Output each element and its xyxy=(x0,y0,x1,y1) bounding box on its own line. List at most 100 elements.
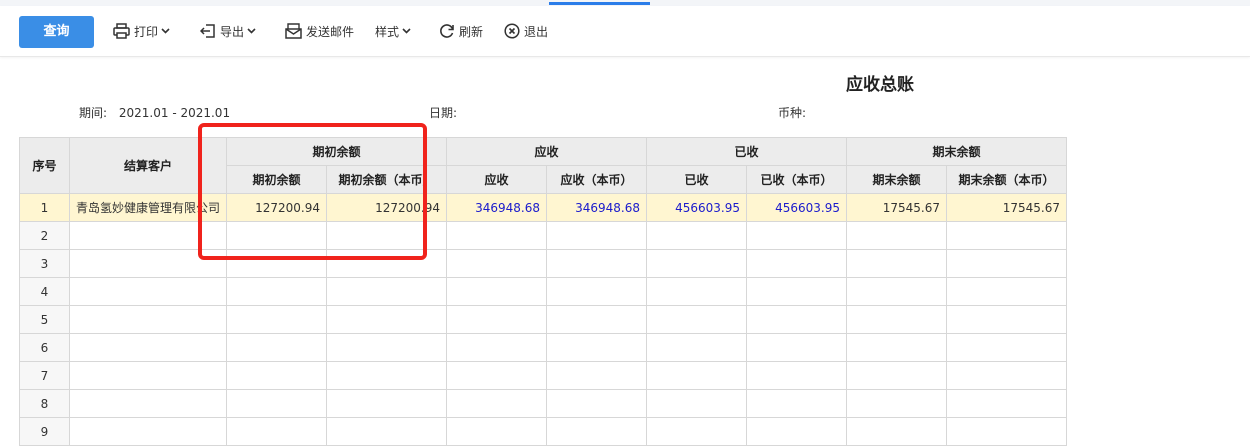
closing-local-cell[interactable] xyxy=(946,249,1068,278)
receivable-cell[interactable] xyxy=(446,277,548,306)
opening-cell[interactable] xyxy=(226,333,328,362)
header-received[interactable]: 已收 xyxy=(646,165,748,194)
received-local-cell[interactable] xyxy=(746,417,848,446)
received-cell[interactable] xyxy=(646,361,748,390)
receivable-local-cell[interactable] xyxy=(546,277,648,306)
opening-local-cell[interactable]: 127200.94 xyxy=(326,193,448,222)
closing-local-cell[interactable] xyxy=(946,277,1068,306)
header-closing[interactable]: 期末余额 xyxy=(846,165,948,194)
receivable-cell[interactable]: 346948.68 xyxy=(446,193,548,222)
receivable-local-cell[interactable] xyxy=(546,417,648,446)
opening-local-cell[interactable] xyxy=(326,361,448,390)
customer-cell[interactable] xyxy=(68,417,228,446)
opening-local-cell[interactable] xyxy=(326,333,448,362)
closing-local-cell[interactable] xyxy=(946,305,1068,334)
receivable-cell[interactable] xyxy=(446,361,548,390)
closing-cell[interactable] xyxy=(846,221,948,250)
print-menu-button[interactable]: 打印 xyxy=(113,20,170,42)
opening-local-cell[interactable] xyxy=(326,389,448,418)
export-menu-button[interactable]: 导出 xyxy=(200,20,256,42)
received-cell[interactable] xyxy=(646,305,748,334)
receivable-cell[interactable] xyxy=(446,221,548,250)
received-cell[interactable] xyxy=(646,417,748,446)
closing-cell[interactable]: 17545.67 xyxy=(846,193,948,222)
closing-cell[interactable] xyxy=(846,305,948,334)
opening-local-cell[interactable] xyxy=(326,277,448,306)
received-local-cell[interactable] xyxy=(746,333,848,362)
closing-local-cell[interactable] xyxy=(946,221,1068,250)
header-opening-local[interactable]: 期初余额（本币） xyxy=(326,165,448,194)
header-receivable[interactable]: 应收 xyxy=(446,165,548,194)
header-closing-local[interactable]: 期末余额（本币） xyxy=(946,165,1068,194)
send-email-button[interactable]: 发送邮件 xyxy=(285,20,354,42)
receivable-local-cell[interactable]: 346948.68 xyxy=(546,193,648,222)
opening-cell[interactable] xyxy=(226,361,328,390)
closing-cell[interactable] xyxy=(846,389,948,418)
received-local-cell[interactable] xyxy=(746,277,848,306)
received-cell[interactable] xyxy=(646,333,748,362)
table-row[interactable]: 8 xyxy=(19,389,1068,418)
closing-local-cell[interactable] xyxy=(946,333,1068,362)
closing-local-cell[interactable] xyxy=(946,417,1068,446)
header-customer[interactable]: 结算客户 xyxy=(68,137,228,194)
receivable-local-cell[interactable] xyxy=(546,221,648,250)
table-row[interactable]: 9 xyxy=(19,417,1068,446)
closing-cell[interactable] xyxy=(846,333,948,362)
closing-cell[interactable] xyxy=(846,417,948,446)
table-row[interactable]: 3 xyxy=(19,249,1068,278)
table-row[interactable]: 7 xyxy=(19,361,1068,390)
customer-cell[interactable] xyxy=(68,277,228,306)
opening-local-cell[interactable] xyxy=(326,249,448,278)
receivable-cell[interactable] xyxy=(446,389,548,418)
closing-local-cell[interactable] xyxy=(946,389,1068,418)
header-receivable-local[interactable]: 应收（本币） xyxy=(546,165,648,194)
customer-cell[interactable] xyxy=(68,249,228,278)
customer-cell[interactable] xyxy=(68,305,228,334)
received-cell[interactable] xyxy=(646,221,748,250)
header-received-local[interactable]: 已收（本币） xyxy=(746,165,848,194)
closing-cell[interactable] xyxy=(846,277,948,306)
customer-cell[interactable] xyxy=(68,221,228,250)
receivable-cell[interactable] xyxy=(446,417,548,446)
received-local-cell[interactable] xyxy=(746,305,848,334)
customer-cell[interactable] xyxy=(68,361,228,390)
table-row[interactable]: 5 xyxy=(19,305,1068,334)
closing-cell[interactable] xyxy=(846,249,948,278)
opening-local-cell[interactable] xyxy=(326,305,448,334)
closing-cell[interactable] xyxy=(846,361,948,390)
opening-cell[interactable] xyxy=(226,221,328,250)
refresh-button[interactable]: 刷新 xyxy=(439,20,483,42)
opening-local-cell[interactable] xyxy=(326,221,448,250)
receivable-local-cell[interactable] xyxy=(546,333,648,362)
receivable-local-cell[interactable] xyxy=(546,361,648,390)
query-button[interactable]: 查询 xyxy=(19,16,94,48)
receivable-cell[interactable] xyxy=(446,249,548,278)
table-row[interactable]: 4 xyxy=(19,277,1068,306)
customer-cell[interactable] xyxy=(68,389,228,418)
receivable-local-cell[interactable] xyxy=(546,389,648,418)
received-cell[interactable] xyxy=(646,249,748,278)
table-row[interactable]: 2 xyxy=(19,221,1068,250)
receivable-local-cell[interactable] xyxy=(546,305,648,334)
header-opening[interactable]: 期初余额 xyxy=(226,165,328,194)
table-row[interactable]: 6 xyxy=(19,333,1068,362)
received-local-cell[interactable] xyxy=(746,389,848,418)
received-local-cell[interactable] xyxy=(746,249,848,278)
opening-cell[interactable] xyxy=(226,277,328,306)
style-menu-button[interactable]: 样式 xyxy=(375,20,411,42)
received-cell[interactable]: 456603.95 xyxy=(646,193,748,222)
opening-cell[interactable] xyxy=(226,249,328,278)
opening-local-cell[interactable] xyxy=(326,417,448,446)
received-local-cell[interactable] xyxy=(746,221,848,250)
received-local-cell[interactable] xyxy=(746,361,848,390)
receivable-cell[interactable] xyxy=(446,333,548,362)
table-row[interactable]: 1 青岛氢妙健康管理有限公司 127200.94 127200.94 34694… xyxy=(19,193,1068,222)
closing-local-cell[interactable] xyxy=(946,361,1068,390)
opening-cell[interactable] xyxy=(226,389,328,418)
closing-local-cell[interactable]: 17545.67 xyxy=(946,193,1068,222)
customer-cell[interactable]: 青岛氢妙健康管理有限公司 xyxy=(68,193,228,222)
opening-cell[interactable] xyxy=(226,417,328,446)
received-cell[interactable] xyxy=(646,277,748,306)
opening-cell[interactable] xyxy=(226,305,328,334)
receivable-local-cell[interactable] xyxy=(546,249,648,278)
